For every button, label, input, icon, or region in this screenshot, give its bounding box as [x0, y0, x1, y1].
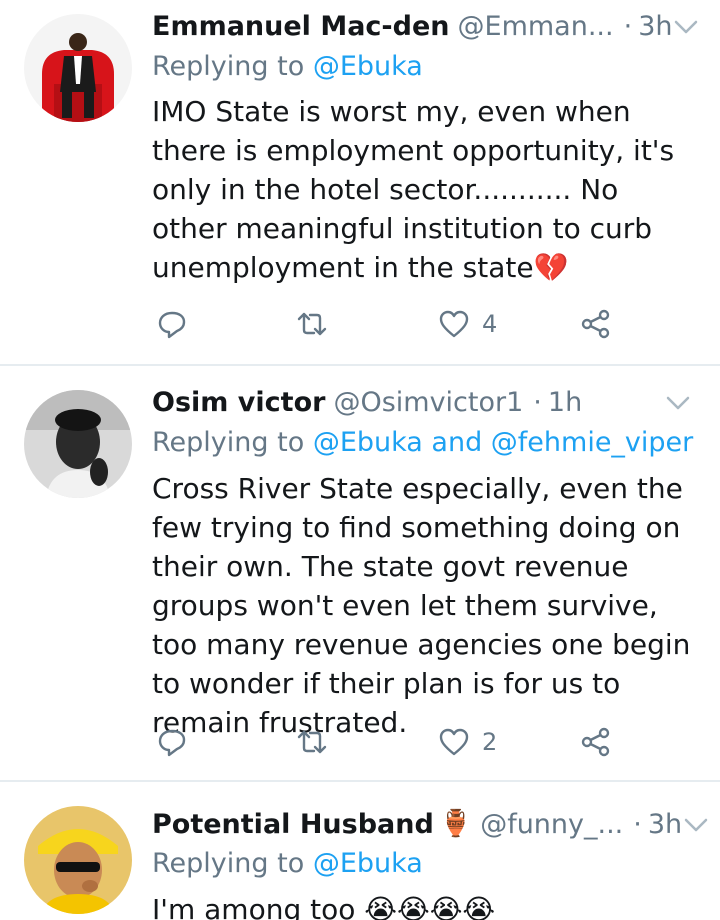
- tweet-actions: 2: [152, 722, 652, 762]
- display-name[interactable]: Osim victor: [152, 387, 325, 418]
- tweet-text: I'm among too 😭😭😭😭: [152, 893, 496, 920]
- like-button[interactable]: 4: [438, 304, 497, 344]
- like-count: 2: [482, 728, 498, 756]
- tweet-text: IMO State is worst my, even when there i…: [152, 95, 675, 284]
- tweet-header: Osim victor @Osimvictor1 · 1h: [152, 384, 692, 420]
- tweet-header: Potential Husband 🏺 @funny_... · 3h: [152, 806, 708, 842]
- avatar[interactable]: [24, 14, 132, 122]
- separator-dot: ·: [633, 808, 642, 840]
- replying-to: Replying to @Ebuka: [152, 51, 423, 82]
- reply-icon: [158, 729, 186, 757]
- replying-to-label: Replying to: [152, 427, 305, 458]
- name-emoji: 🏺: [439, 809, 473, 839]
- tweet[interactable]: Emmanuel Mac-den @Emman... · 3h Replying…: [0, 0, 720, 364]
- replying-to-label: Replying to: [152, 848, 305, 879]
- display-name[interactable]: Potential Husband: [152, 809, 434, 840]
- user-handle[interactable]: @Osimvictor1: [333, 387, 523, 418]
- share-icon: [581, 727, 610, 757]
- reply-button[interactable]: [156, 722, 188, 762]
- tweet-header: Emmanuel Mac-den @Emman... · 3h: [152, 8, 698, 44]
- heart-icon: [439, 310, 469, 338]
- reply-button[interactable]: [156, 304, 188, 344]
- display-name[interactable]: Emmanuel Mac-den: [152, 11, 450, 42]
- like-count: 4: [482, 310, 498, 338]
- mention-links[interactable]: @Ebuka and @fehmie_viper: [313, 427, 693, 458]
- tweet[interactable]: Potential Husband 🏺 @funny_... · 3h Repl…: [0, 782, 720, 920]
- mention-link[interactable]: @Ebuka: [313, 848, 423, 879]
- mention-link[interactable]: @Ebuka: [313, 51, 423, 82]
- replying-to: Replying to @Ebuka and @fehmie_viper: [152, 427, 693, 458]
- user-handle[interactable]: @Emman...: [458, 11, 614, 42]
- heart-icon: [439, 728, 469, 756]
- chevron-down-icon[interactable]: [682, 810, 710, 838]
- tweet-text: Cross River State especially, even the f…: [152, 472, 691, 739]
- user-handle[interactable]: @funny_...: [480, 809, 623, 840]
- retweet-icon: [297, 730, 327, 754]
- timestamp[interactable]: 3h: [648, 809, 682, 840]
- retweet-button[interactable]: [296, 722, 328, 762]
- replying-to: Replying to @Ebuka: [152, 848, 423, 879]
- chevron-down-icon[interactable]: [664, 388, 692, 416]
- separator-dot: ·: [533, 386, 542, 418]
- tweet-actions: 4: [152, 304, 652, 344]
- timestamp[interactable]: 3h: [638, 11, 672, 42]
- avatar[interactable]: [24, 806, 132, 914]
- avatar[interactable]: [24, 390, 132, 498]
- chevron-down-icon[interactable]: [672, 12, 700, 40]
- retweet-icon: [297, 312, 327, 336]
- tweet[interactable]: Osim victor @Osimvictor1 · 1h Replying t…: [0, 366, 720, 780]
- retweet-button[interactable]: [296, 304, 328, 344]
- share-button[interactable]: [580, 304, 612, 344]
- timestamp[interactable]: 1h: [548, 387, 582, 418]
- share-icon: [581, 309, 610, 339]
- replying-to-label: Replying to: [152, 51, 305, 82]
- separator-dot: ·: [623, 10, 633, 42]
- like-button[interactable]: 2: [438, 722, 497, 762]
- share-button[interactable]: [580, 722, 612, 762]
- reply-icon: [158, 311, 186, 339]
